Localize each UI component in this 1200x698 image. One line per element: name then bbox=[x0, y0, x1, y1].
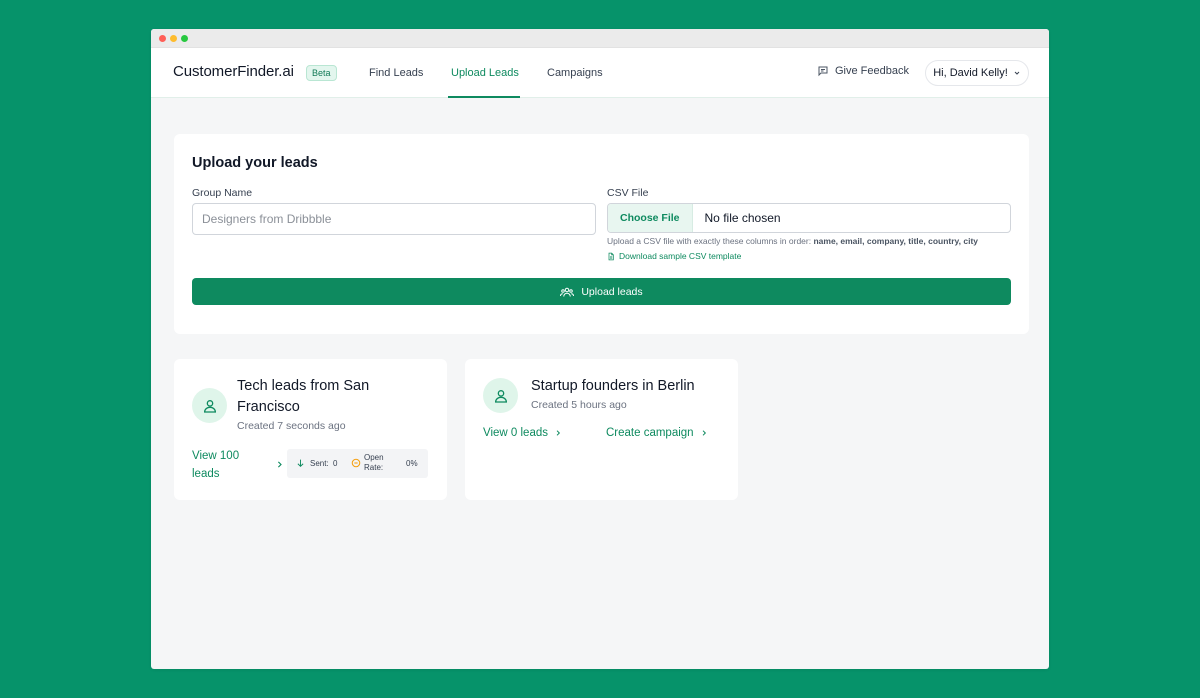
open-rate-label-line-1: Open bbox=[364, 453, 384, 462]
window-close-button[interactable] bbox=[159, 34, 166, 42]
lead-group-created: Created 5 hours ago bbox=[531, 399, 627, 411]
campaign-stats: Sent: 0 Open Rate: 0% bbox=[287, 449, 428, 478]
nav-find-leads[interactable]: Find Leads bbox=[369, 67, 423, 79]
file-status-text: No file chosen bbox=[704, 211, 781, 225]
view-leads-label: View 0 leads bbox=[483, 427, 548, 439]
sent-label: Sent: bbox=[310, 459, 329, 468]
lead-group-title: Tech leads from San Francisco bbox=[237, 376, 369, 418]
chat-bubble-icon bbox=[818, 66, 828, 77]
csv-file-input[interactable]: Choose File No file chosen bbox=[607, 203, 1011, 233]
chevron-right-icon bbox=[556, 430, 561, 436]
create-campaign-label: Create campaign bbox=[606, 427, 694, 439]
open-rate-label: Open Rate: bbox=[364, 453, 384, 473]
top-navbar: CustomerFinder.ai Beta Find Leads Upload… bbox=[151, 48, 1049, 98]
group-name-input[interactable] bbox=[192, 203, 596, 235]
csv-help-text: Upload a CSV file with exactly these col… bbox=[607, 236, 978, 246]
user-menu-button[interactable]: Hi, David Kelly! bbox=[925, 60, 1029, 86]
lead-group-created: Created 7 seconds ago bbox=[237, 420, 346, 432]
open-rate-value: 0% bbox=[406, 459, 418, 468]
upload-title: Upload your leads bbox=[192, 155, 318, 171]
chevron-right-icon bbox=[702, 430, 706, 436]
browser-window: CustomerFinder.ai Beta Find Leads Upload… bbox=[151, 29, 1049, 669]
csv-file-label: CSV File bbox=[607, 187, 649, 199]
nav-upload-leads[interactable]: Upload Leads bbox=[451, 67, 519, 79]
sent-value: 0 bbox=[333, 459, 338, 468]
user-icon bbox=[203, 399, 216, 413]
active-nav-indicator bbox=[448, 96, 520, 98]
avatar bbox=[483, 378, 518, 413]
view-leads-link[interactable]: View 100 leads bbox=[192, 447, 239, 483]
arrow-down-icon bbox=[297, 459, 304, 468]
view-leads-link[interactable]: View 0 leads bbox=[483, 427, 562, 439]
upload-leads-label: Upload leads bbox=[581, 285, 643, 298]
chevron-down-icon bbox=[1014, 71, 1020, 75]
avatar bbox=[192, 388, 227, 423]
lead-group-title-line-2: Francisco bbox=[237, 399, 300, 415]
lead-group-title-line-1: Tech leads from San bbox=[237, 378, 370, 394]
create-campaign-link[interactable]: Create campaign bbox=[606, 427, 708, 439]
chevron-right-icon[interactable] bbox=[275, 459, 284, 470]
lead-group-card: Tech leads from San Francisco Created 7 … bbox=[174, 359, 447, 500]
open-rate-label-line-2: Rate: bbox=[364, 463, 384, 472]
user-greeting: Hi, David Kelly! bbox=[933, 67, 1008, 79]
group-name-label: Group Name bbox=[192, 187, 253, 199]
window-titlebar bbox=[151, 29, 1049, 48]
lead-group-card: Startup founders in Berlin Created 5 hou… bbox=[465, 359, 738, 500]
download-sample-label: Download sample CSV template bbox=[619, 251, 742, 261]
view-leads-label: View 100 leads bbox=[192, 447, 239, 483]
nav-campaigns[interactable]: Campaigns bbox=[547, 67, 603, 79]
window-maximize-button[interactable] bbox=[181, 34, 188, 42]
window-minimize-button[interactable] bbox=[170, 34, 177, 42]
document-icon bbox=[608, 252, 614, 260]
user-icon bbox=[494, 389, 507, 403]
csv-help-prefix: Upload a CSV file with exactly these col… bbox=[607, 236, 814, 246]
brand-logo[interactable]: CustomerFinder.ai bbox=[173, 63, 294, 80]
download-sample-link[interactable]: Download sample CSV template bbox=[607, 251, 741, 261]
clock-icon bbox=[351, 458, 361, 468]
users-icon bbox=[560, 287, 575, 297]
upload-leads-card: Upload your leads Group Name CSV File Ch… bbox=[174, 134, 1029, 334]
view-leads-line-2: leads bbox=[192, 468, 220, 480]
view-leads-line-1: View 100 bbox=[192, 450, 240, 462]
give-feedback-button[interactable]: Give Feedback bbox=[817, 65, 909, 77]
beta-badge: Beta bbox=[306, 65, 337, 81]
lead-group-title: Startup founders in Berlin bbox=[531, 378, 695, 394]
csv-columns: name, email, company, title, country, ci… bbox=[813, 236, 979, 246]
give-feedback-label: Give Feedback bbox=[835, 65, 909, 77]
upload-leads-button[interactable]: Upload leads bbox=[192, 278, 1011, 305]
choose-file-button[interactable]: Choose File bbox=[608, 204, 693, 232]
